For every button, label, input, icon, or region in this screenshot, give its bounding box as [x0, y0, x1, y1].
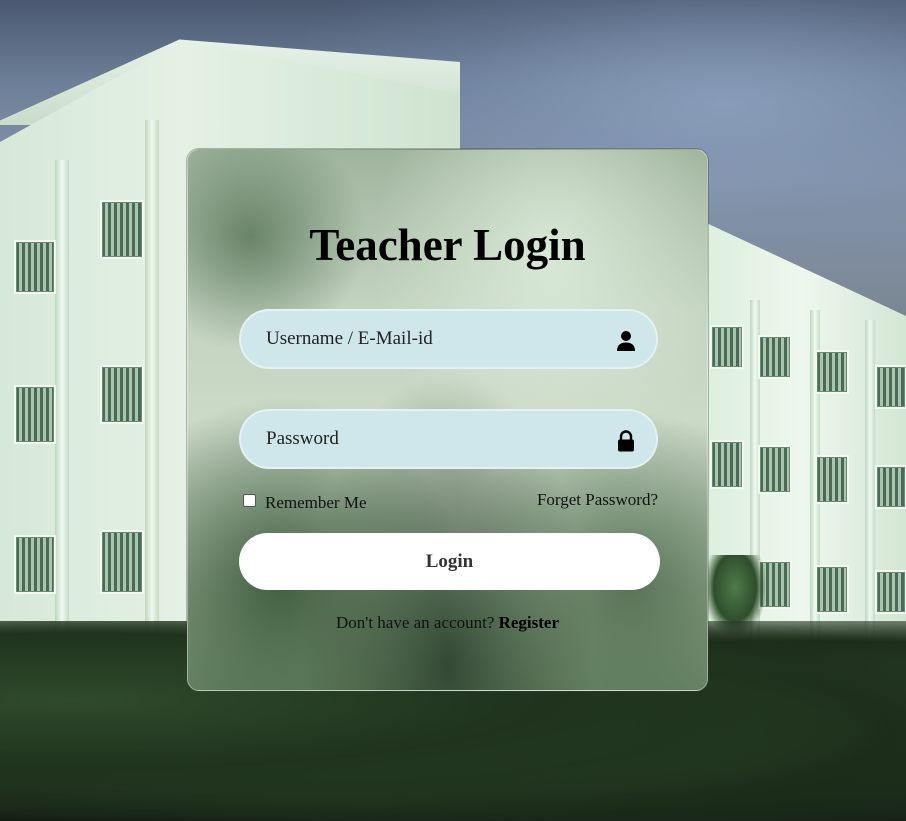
remember-me[interactable]: Remember Me	[243, 493, 367, 513]
username-field[interactable]	[239, 309, 658, 369]
remember-label: Remember Me	[265, 493, 367, 512]
lock-icon	[618, 430, 634, 452]
user-icon	[617, 331, 635, 351]
forgot-password-link[interactable]: Forget Password?	[537, 490, 658, 510]
password-field[interactable]	[239, 409, 658, 469]
password-input[interactable]	[241, 411, 656, 467]
no-account-text: Don't have an account?	[335, 613, 495, 632]
background-photo: Teacher Login Remember Me Forget Passwor…	[0, 0, 906, 821]
username-input[interactable]	[241, 311, 656, 367]
page-title: Teacher Login	[309, 220, 586, 270]
register-link[interactable]: Register	[499, 613, 559, 632]
remember-checkbox[interactable]	[243, 493, 256, 507]
register-row: Don't have an account? Register	[188, 613, 707, 633]
login-button[interactable]: Login	[239, 533, 660, 590]
login-card: Teacher Login Remember Me Forget Passwor…	[187, 149, 708, 691]
